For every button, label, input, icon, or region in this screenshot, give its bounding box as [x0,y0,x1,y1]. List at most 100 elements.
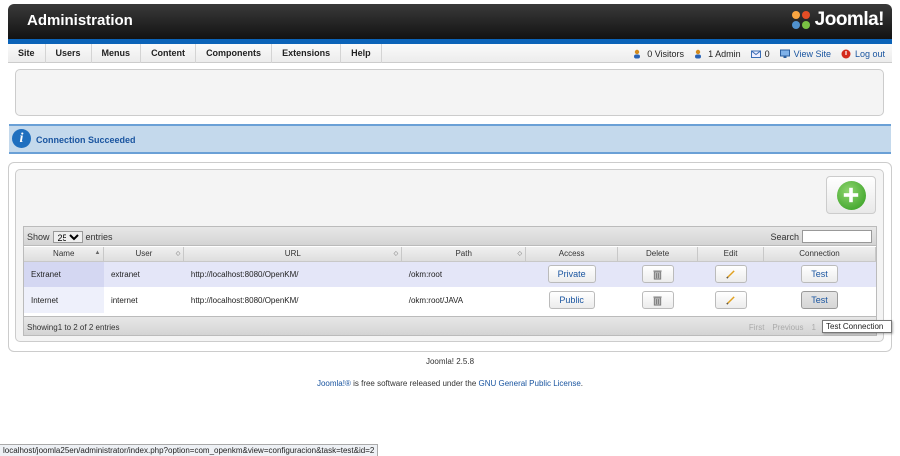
edit-button[interactable] [714,291,747,309]
messages-count: 0 [764,48,770,59]
cell-url: http://localhost:8080/OpenKM/ [183,287,402,313]
view-site-link[interactable]: View Site [779,48,831,59]
gpl-link[interactable]: GNU General Public License [479,379,581,388]
col-path[interactable]: Path ◇ [401,247,527,262]
add-connection-button[interactable] [826,176,876,214]
pager-page[interactable]: 1 [812,323,816,332]
cell-delete [617,261,698,287]
cell-name: Internet [24,287,104,313]
col-user[interactable]: User ◇ [103,247,185,262]
col-edit: Edit [697,247,764,262]
sort-asc-icon: ▲ [94,250,101,256]
table-row: Extranet extranet http://localhost:8080/… [24,261,876,287]
pager-previous[interactable]: Previous [772,323,803,332]
cell-edit [697,287,764,313]
test-connection-tooltip: Test Connection [822,320,892,333]
view-site-label: View Site [793,48,831,59]
joomla-logo-text: Joomla! [814,9,885,30]
delete-button[interactable] [641,291,674,309]
main-menu: Site Users Menus Content Components Exte… [8,44,382,63]
search-label: Search [770,231,799,242]
cell-connection: Test [763,261,876,287]
table-bottom-bar: Showing1 to 2 of 2 entries First Previou… [24,316,876,335]
cell-access: Private [525,261,618,287]
pagination: First Previous 1 [741,323,816,332]
admins-count: 1 Admin [708,48,741,59]
cell-delete [617,287,698,313]
test-connection-button[interactable]: Test [801,265,838,284]
pager-first[interactable]: First [749,323,765,332]
logout-label: Log out [854,48,885,59]
cell-access: Public [525,287,618,313]
menu-users[interactable]: Users [46,44,92,63]
sort-icon: ◇ [175,251,181,257]
cell-url: http://localhost:8080/OpenKM/ [183,261,402,287]
table-row: Internet internet http://localhost:8080/… [24,287,876,313]
table-info: Showing1 to 2 of 2 entries [27,323,120,332]
access-button[interactable]: Public [548,291,595,309]
connections-table-wrapper: Show 25 entries Search Name ▲ User ◇ URL ◇ … [23,226,877,336]
sort-icon: ◇ [393,251,399,257]
joomla-logo-icon [791,11,810,29]
license-text: is free software released under the [350,379,479,388]
visitors-count: 0 Visitors [647,48,685,59]
cell-path: /okm:root/JAVA [401,287,526,313]
cell-connection: Test [763,287,876,313]
table-header-row: Name ▲ User ◇ URL ◇ Path ◇ Access Delete Edi… [24,247,876,262]
joomla-logo: Joomla! [790,9,885,31]
test-connection-button[interactable]: Test [801,291,838,309]
cell-user: internet [103,287,184,313]
license-end: . [580,379,584,388]
power-icon [841,49,851,59]
trash-icon [653,270,662,280]
plus-icon [836,180,866,210]
messages-status[interactable]: 0 [750,48,770,59]
admins-status: 1 Admin [694,49,741,59]
search-input[interactable] [802,230,872,243]
toolbar-panel [15,69,884,116]
col-connection: Connection [763,247,876,262]
pencil-icon [726,296,735,305]
admin-title: Administration [27,12,133,29]
admin-users-icon [694,49,704,59]
logout-link[interactable]: Log out [841,49,885,59]
menu-help[interactable]: Help [341,44,382,63]
footer-license: Joomla!® is free software released under… [0,379,900,388]
page-length-select[interactable]: 25 [52,231,83,243]
message-text: Connection Succeeded [36,135,136,145]
cell-user: extranet [103,261,184,287]
access-button[interactable]: Private [547,265,596,284]
entries-label: entries [85,232,113,242]
menu-components[interactable]: Components [196,44,273,63]
visitors-status: 0 Visitors [633,49,684,59]
col-name[interactable]: Name ▲ [24,247,105,262]
cell-path: /okm:root [401,261,526,287]
table-search: Search [770,230,872,243]
edit-button[interactable] [714,265,747,284]
mail-icon [750,49,761,59]
sort-icon: ◇ [517,251,523,257]
pencil-icon [726,270,735,280]
users-icon [633,49,643,59]
menu-site[interactable]: Site [8,44,46,63]
cell-edit [697,261,764,287]
col-delete: Delete [617,247,699,262]
status-area: 0 Visitors 1 Admin 0 View Site Log out [623,44,885,63]
show-label: Show [27,232,50,242]
trash-icon [653,296,662,306]
menu-content[interactable]: Content [141,44,197,63]
table-top-bar: Show 25 entries Search [24,227,876,246]
menu-extensions[interactable]: Extensions [272,44,342,63]
menu-menus[interactable]: Menus [92,44,142,63]
delete-button[interactable] [641,265,674,284]
info-icon: i [12,129,31,148]
page-length-control: Show 25 entries [27,231,113,243]
monitor-icon [779,49,790,59]
col-access: Access [525,247,619,262]
system-message: i Connection Succeeded [9,124,891,154]
col-url[interactable]: URL ◇ [183,247,403,262]
joomla-link[interactable]: Joomla!® [317,379,351,388]
cell-name: Extranet [24,261,104,287]
browser-status-url: localhost/joomla25en/administrator/index… [0,444,379,456]
footer-version: Joomla! 2.5.8 [425,357,475,366]
